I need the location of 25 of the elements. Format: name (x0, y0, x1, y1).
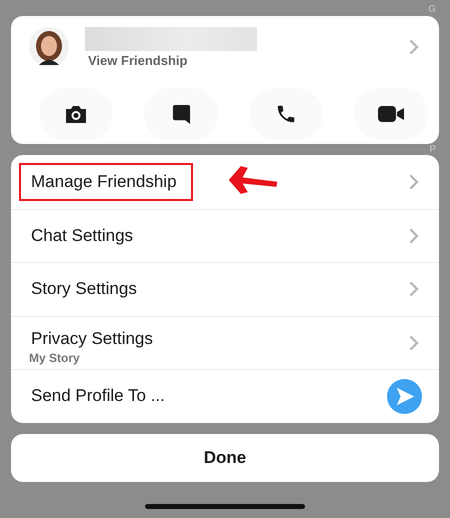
chevron-icon (409, 39, 419, 55)
camera-icon (64, 104, 88, 124)
menu-item[interactable]: Privacy Settings My Story (11, 316, 439, 369)
chevron-icon (409, 174, 419, 190)
chevron-icon (409, 228, 419, 244)
phone-icon (275, 103, 297, 125)
menu-item-label: Story Settings (30, 278, 138, 300)
menu-item-label: Manage Friendship (19, 162, 193, 201)
menu-item[interactable]: Send Profile To ... (11, 369, 439, 422)
menu-item-sublabel: My Story (29, 351, 81, 366)
menu-item[interactable]: Chat Settings (11, 208, 439, 262)
menu-item[interactable]: Manage Friendship (11, 155, 439, 208)
chevron-icon (409, 334, 419, 351)
menu-item-label: Chat Settings (30, 224, 134, 247)
menu-item-label: Privacy Settings (30, 328, 154, 350)
chat-icon (172, 104, 190, 124)
menu-item-label: Send Profile To ... (30, 385, 166, 408)
send-icon[interactable] (387, 378, 422, 414)
video-camera-icon (377, 105, 405, 123)
done-button[interactable]: Done (11, 434, 439, 482)
view-friendship-link[interactable]: View Friendship (88, 52, 188, 68)
chevron-icon (409, 281, 419, 298)
menu-item[interactable]: Story Settings (11, 262, 439, 316)
avatar-icon (29, 27, 69, 67)
annotation-arrow-icon (227, 165, 279, 195)
